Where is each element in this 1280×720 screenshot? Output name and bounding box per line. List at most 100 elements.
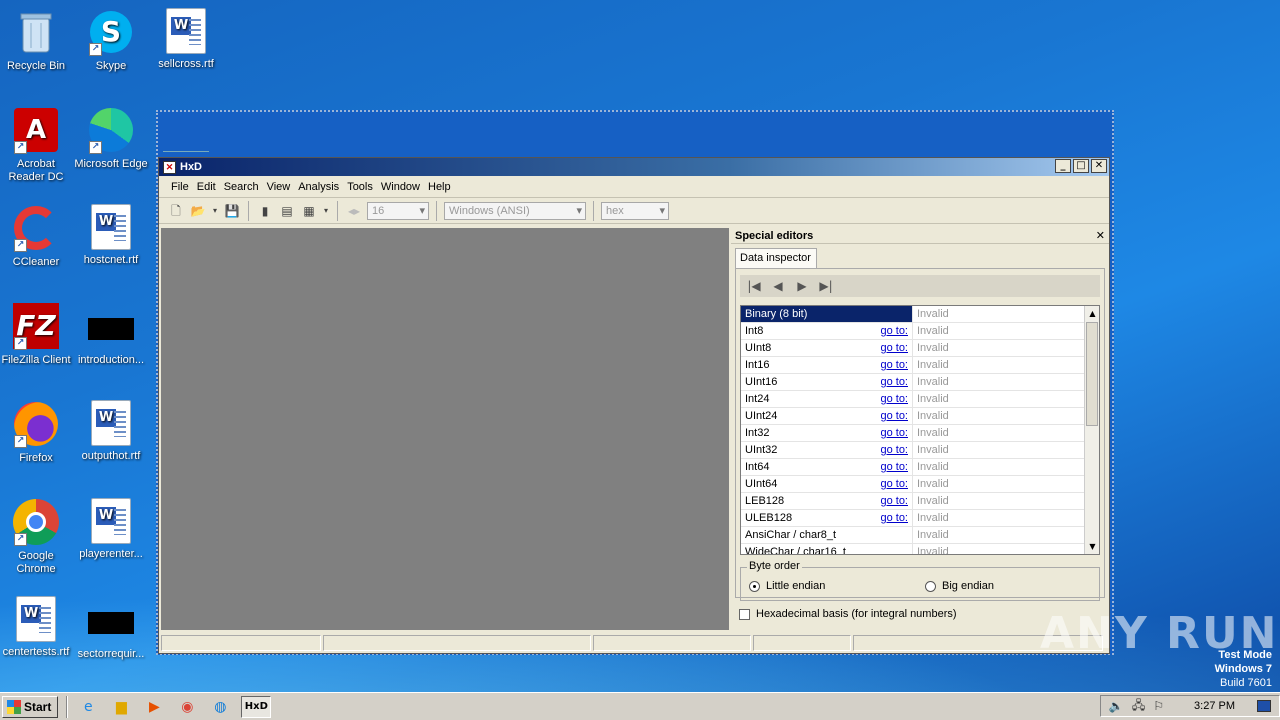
save-icon[interactable]: 💾 (223, 202, 241, 220)
editor-area[interactable] (161, 228, 729, 630)
dropdown-arrow-icon[interactable]: ▾ (211, 202, 219, 220)
menu-window[interactable]: Window (377, 181, 424, 193)
open-disk-icon[interactable]: ▮ (256, 202, 274, 220)
big-endian-radio[interactable]: Big endian (925, 580, 994, 592)
inspector-row-value[interactable]: Invalid (913, 476, 1099, 492)
chrome-taskbar-icon[interactable]: ◉ (175, 696, 199, 718)
internet-explorer-icon[interactable]: e (76, 696, 100, 718)
inspector-row-value[interactable]: Invalid (913, 459, 1099, 475)
inspector-row-value[interactable]: Invalid (913, 323, 1099, 339)
inspector-row-value[interactable]: Invalid (913, 408, 1099, 424)
menu-search[interactable]: Search (220, 181, 263, 193)
columns-arrows-icon[interactable]: ◂▸ (345, 202, 363, 220)
inspector-row-value[interactable]: Invalid (913, 510, 1099, 526)
inspector-row-value[interactable]: Invalid (913, 442, 1099, 458)
little-endian-radio[interactable]: Little endian (749, 580, 825, 592)
goto-link[interactable]: go to: (880, 391, 908, 407)
inspector-row-value[interactable]: Invalid (913, 493, 1099, 509)
first-icon[interactable]: |◀ (746, 279, 762, 293)
desktop-icon-chrome[interactable]: ↗ Google Chrome (0, 498, 74, 576)
menu-tools[interactable]: Tools (343, 181, 377, 193)
desktop-icon-ccleaner[interactable]: ↗ CCleaner (0, 204, 74, 269)
charset-select[interactable]: Windows (ANSI) (444, 201, 586, 220)
show-desktop-icon[interactable] (1257, 700, 1271, 712)
inspector-row[interactable]: UInt24 go to: Invalid (741, 408, 1099, 425)
desktop-icon-firefox[interactable]: ↗ Firefox (0, 400, 74, 465)
network-icon[interactable]: 🖧 (1132, 696, 1145, 717)
desktop-icon-introduction[interactable]: introduction... (73, 302, 149, 367)
menu-help[interactable]: Help (424, 181, 455, 193)
media-player-icon[interactable]: ▶ (142, 696, 166, 718)
inspector-row[interactable]: Int32 go to: Invalid (741, 425, 1099, 442)
scroll-up-icon[interactable]: ▲ (1085, 306, 1099, 321)
goto-link[interactable]: go to: (880, 493, 908, 509)
offset-base-select[interactable]: hex (601, 201, 669, 220)
maximize-button[interactable]: □ (1073, 159, 1089, 173)
inspector-row[interactable]: UInt16 go to: Invalid (741, 374, 1099, 391)
goto-link[interactable]: go to: (880, 510, 908, 526)
hxd-taskbar-button[interactable]: HxD (241, 695, 272, 718)
inspector-row[interactable]: UInt32 go to: Invalid (741, 442, 1099, 459)
menu-analysis[interactable]: Analysis (294, 181, 343, 193)
menu-file[interactable]: File (167, 181, 193, 193)
desktop-icon-skype[interactable]: S ↗ Skype (73, 8, 149, 73)
goto-link[interactable]: go to: (880, 442, 908, 458)
desktop-icon-hostcnet[interactable]: W hostcnet.rtf (73, 204, 149, 267)
goto-link[interactable]: go to: (880, 323, 908, 339)
desktop-icon-filezilla[interactable]: FZ ↗ FileZilla Client (0, 302, 74, 367)
clock[interactable]: 3:27 PM (1194, 700, 1235, 712)
menu-edit[interactable]: Edit (193, 181, 220, 193)
goto-link[interactable]: go to: (880, 476, 908, 492)
desktop-icon-outputhot[interactable]: W outputhot.rtf (73, 400, 149, 463)
inspector-row[interactable]: UInt64 go to: Invalid (741, 476, 1099, 493)
goto-link[interactable]: go to: (880, 408, 908, 424)
desktop-icon-edge[interactable]: ↗ Microsoft Edge (73, 106, 149, 171)
close-button[interactable]: ✕ (1091, 159, 1107, 173)
inspector-row-value[interactable]: Invalid (913, 425, 1099, 441)
panel-close-icon[interactable]: ✕ (1096, 228, 1105, 244)
speaker-icon[interactable]: 🔈 (1109, 699, 1124, 713)
goto-link[interactable]: go to: (880, 340, 908, 356)
title-bar[interactable]: ✕ HxD _ □ ✕ (159, 158, 1109, 176)
goto-link[interactable]: go to: (880, 425, 908, 441)
desktop-icon-recycle-bin[interactable]: Recycle Bin (0, 8, 74, 73)
inspector-row[interactable]: Int8 go to: Invalid (741, 323, 1099, 340)
goto-link[interactable]: go to: (880, 357, 908, 373)
open-ram-icon[interactable]: ▤ (278, 202, 296, 220)
hex-basis-checkbox[interactable]: Hexadecimal basis (for integral numbers) (739, 608, 957, 620)
inspector-row[interactable]: Int64 go to: Invalid (741, 459, 1099, 476)
file-tools-icon[interactable]: ▦ (300, 202, 318, 220)
scroll-thumb[interactable] (1086, 322, 1098, 426)
inspector-row[interactable]: AnsiChar / char8_t Invalid (741, 527, 1099, 544)
goto-link[interactable]: go to: (880, 374, 908, 390)
action-center-flag-icon[interactable]: ⚐ (1153, 699, 1164, 713)
edge-taskbar-icon[interactable]: ◍ (208, 696, 232, 718)
tab-data-inspector[interactable]: Data inspector (735, 248, 817, 268)
start-button[interactable]: Start (2, 695, 59, 718)
inspector-row-value[interactable]: Invalid (913, 374, 1099, 390)
menu-view[interactable]: View (263, 181, 295, 193)
inspector-row-value[interactable]: Invalid (913, 357, 1099, 373)
dropdown-arrow-icon[interactable]: ▾ (322, 202, 330, 220)
minimize-button[interactable]: _ (1055, 159, 1071, 173)
open-folder-icon[interactable]: 📂 (189, 202, 207, 220)
inspector-row[interactable]: ULEB128 go to: Invalid (741, 510, 1099, 527)
desktop-icon-sellcross[interactable]: W sellcross.rtf (148, 8, 224, 71)
inspector-row-value[interactable]: Invalid (913, 306, 1099, 322)
inspector-row[interactable]: Binary (8 bit) Invalid (741, 306, 1099, 323)
file-explorer-icon[interactable]: ▆ (109, 696, 133, 718)
desktop-icon-acrobat[interactable]: A ↗ Acrobat Reader DC (0, 106, 74, 184)
inspector-row-value[interactable]: Invalid (913, 544, 1099, 554)
grid-scrollbar[interactable]: ▲ ▼ (1084, 306, 1099, 554)
inspector-row[interactable]: Int16 go to: Invalid (741, 357, 1099, 374)
next-icon[interactable]: ▶ (794, 279, 810, 293)
goto-link[interactable]: go to: (880, 459, 908, 475)
inspector-row[interactable]: Int24 go to: Invalid (741, 391, 1099, 408)
desktop-icon-centertests[interactable]: W centertests.rtf (0, 596, 74, 659)
inspector-row-value[interactable]: Invalid (913, 340, 1099, 356)
inspector-row[interactable]: LEB128 go to: Invalid (741, 493, 1099, 510)
last-icon[interactable]: ▶| (818, 279, 834, 293)
inspector-row-value[interactable]: Invalid (913, 391, 1099, 407)
inspector-row-value[interactable]: Invalid (913, 527, 1099, 543)
scroll-down-icon[interactable]: ▼ (1085, 539, 1099, 554)
